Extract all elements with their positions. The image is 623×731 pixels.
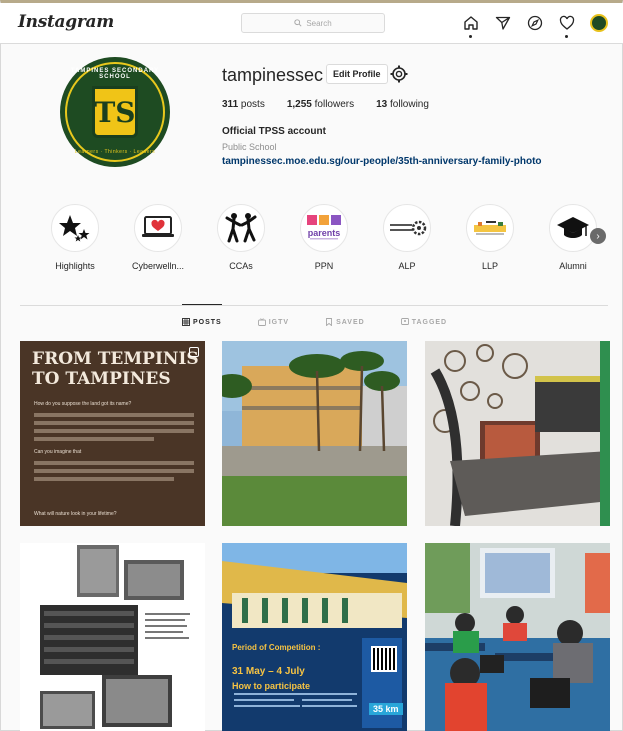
text-line: [34, 469, 194, 473]
tab-igtv[interactable]: IGTV: [257, 318, 290, 326]
tab-label: IGTV: [268, 318, 290, 326]
profile-avatar[interactable]: TAMPINES SECONDARY SCHOOL TS Learners · …: [60, 57, 170, 167]
highlight-llp[interactable]: LLP: [455, 204, 525, 271]
post-thumbnail[interactable]: [425, 543, 610, 731]
creative-engineering-logo: [383, 204, 431, 252]
tabs-divider: [20, 305, 608, 306]
active-indicator: [469, 35, 472, 38]
top-navigation-bar: Instagram Search: [0, 3, 623, 44]
llp-logo: [466, 204, 514, 252]
archive-photos-collage: [20, 543, 205, 731]
qr-code: [371, 646, 397, 672]
edit-profile-button[interactable]: Edit Profile: [326, 64, 388, 84]
post-caption-text: Can you imagine that: [34, 449, 82, 455]
followers-stat[interactable]: 1,255 followers: [287, 99, 354, 110]
post-caption-text: How do you suppose the land got its name…: [34, 401, 132, 407]
tab-label: SAVED: [336, 318, 365, 326]
grid-icon: [182, 318, 190, 326]
highlight-label: Highlights: [55, 261, 95, 271]
school-building-photo: [222, 341, 407, 526]
ppn-parents-logo: parents: [300, 204, 348, 252]
highlight-highlights[interactable]: Highlights: [40, 204, 110, 271]
explore-icon[interactable]: [525, 13, 545, 33]
highlight-label: Alumni: [559, 261, 587, 271]
profile-tabs: POSTS IGTV SAVED TAGGED: [182, 318, 447, 326]
carousel-icon: [189, 347, 199, 357]
poster-distance: 35 km: [369, 703, 403, 715]
highlight-label: PPN: [314, 261, 334, 271]
highlight-ccas[interactable]: CCAs: [206, 204, 276, 271]
profile-avatar-button[interactable]: [589, 13, 609, 33]
post-thumbnail[interactable]: FROM TEMPINIS TO TAMPINES How do you sup…: [20, 341, 205, 526]
bio-website-link[interactable]: tampinessec.moe.edu.sg/our-people/35th-a…: [222, 156, 542, 167]
home-icon[interactable]: [461, 13, 481, 38]
stars-icon: [51, 204, 99, 252]
laptop-heart-icon: [134, 204, 182, 252]
following-stat[interactable]: 13 following: [376, 99, 429, 110]
highlight-label: ALP: [398, 261, 416, 271]
tab-saved[interactable]: SAVED: [325, 318, 365, 326]
poster-dates: 31 May – 4 July: [232, 666, 305, 677]
tab-label: TAGGED: [411, 318, 448, 326]
poster-how-to: How to participate: [232, 681, 311, 691]
tag-icon: [400, 318, 409, 325]
instagram-logo[interactable]: Instagram: [18, 12, 114, 32]
post-thumbnail[interactable]: [222, 341, 407, 526]
search-placeholder: Search: [306, 18, 332, 28]
highlight-cyberwellness[interactable]: Cyberwelln...: [123, 204, 193, 271]
post-thumbnail[interactable]: [425, 341, 610, 526]
profile-avatar-mini: [590, 14, 608, 32]
text-line: [34, 413, 194, 417]
highlight-ppn[interactable]: parents PPN: [289, 204, 359, 271]
highlight-label: Cyberwelln...: [131, 261, 185, 271]
svg-text:parents: parents: [308, 228, 341, 238]
highlight-label: CCAs: [229, 261, 253, 271]
search-input[interactable]: Search: [241, 13, 385, 33]
notification-indicator: [565, 35, 568, 38]
highlights-next-chevron-icon[interactable]: ›: [590, 228, 606, 244]
active-tab-indicator: [182, 304, 222, 305]
bio-full-name: Official TPSS account: [222, 126, 326, 137]
text-line: [34, 421, 194, 425]
tab-tagged[interactable]: TAGGED: [400, 318, 448, 326]
art-installation-photo: [425, 341, 610, 526]
settings-gear-icon[interactable]: [389, 64, 409, 84]
dancers-icon: [217, 204, 265, 252]
post-caption-text: What will nature look in your lifetime?: [34, 511, 117, 517]
story-highlights: Highlights Cyberwelln... CCAs parents PP…: [40, 204, 620, 280]
post-thumbnail[interactable]: [20, 543, 205, 731]
highlight-label: LLP: [481, 261, 498, 271]
text-line: [34, 437, 154, 441]
text-line: [34, 429, 194, 433]
logo-school-name: TAMPINES SECONDARY SCHOOL: [70, 68, 160, 80]
poster-headline: Period of Competition :: [232, 643, 321, 652]
tab-label: POSTS: [193, 318, 222, 326]
profile-username: tampinessec: [222, 65, 324, 85]
nav-icons: [461, 13, 609, 38]
posts-stat: 311 posts: [222, 99, 265, 110]
highlight-alp[interactable]: ALP: [372, 204, 442, 271]
direct-icon[interactable]: [493, 13, 513, 33]
bookmark-icon: [326, 318, 333, 326]
graduation-cap-icon: [549, 204, 597, 252]
post-thumbnail[interactable]: Period of Competition : 31 May – 4 July …: [222, 543, 407, 731]
tab-posts[interactable]: POSTS: [182, 318, 222, 326]
igtv-icon: [257, 318, 266, 326]
profile-stats: 311 posts 1,255 followers 13 following: [222, 99, 429, 110]
post-title-text: FROM TEMPINIS TO TAMPINES: [32, 349, 199, 390]
text-line: [34, 461, 194, 465]
classroom-photo: [425, 543, 610, 731]
bio-category: Public School: [222, 142, 277, 152]
text-line: [34, 477, 174, 481]
activity-heart-icon[interactable]: [557, 13, 577, 38]
logo-motto: Learners · Thinkers · Leaders: [74, 149, 156, 155]
search-icon: [294, 19, 302, 27]
